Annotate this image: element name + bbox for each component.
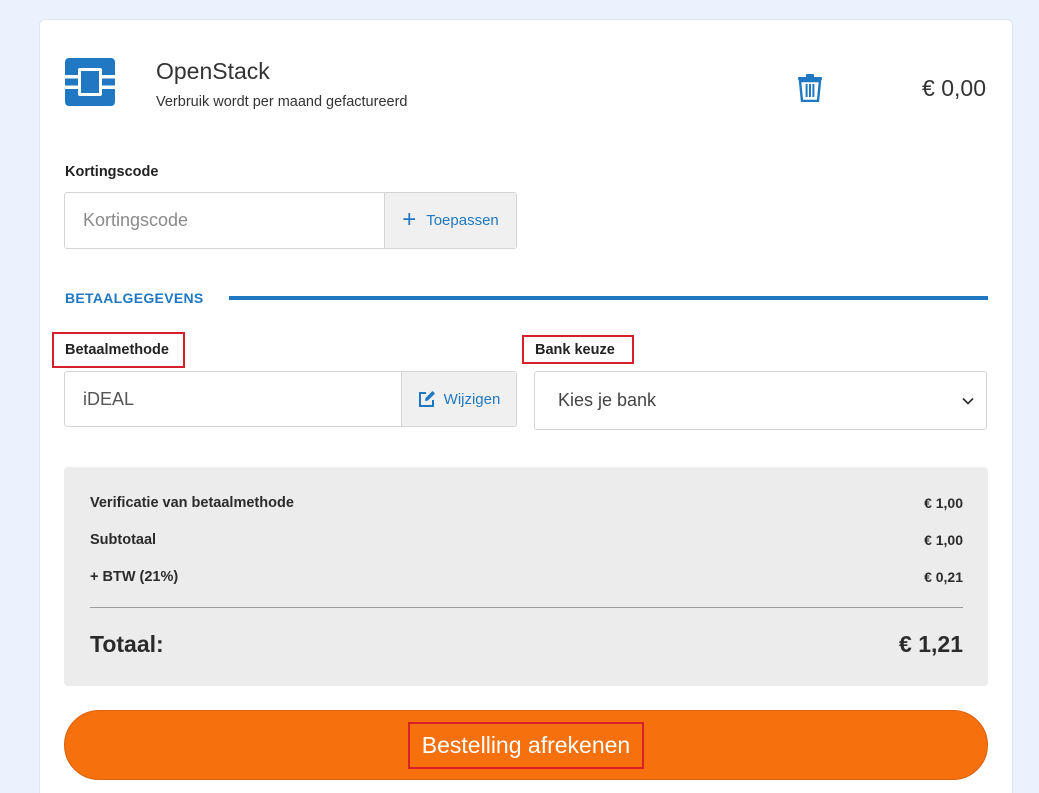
- discount-group: + Toepassen: [64, 192, 517, 249]
- plus-icon: +: [402, 205, 417, 233]
- checkout-button-label: Bestelling afrekenen: [407, 721, 645, 769]
- change-payment-method-label: Wijzigen: [443, 390, 501, 408]
- edit-icon: [418, 391, 435, 407]
- product-price: € 0,00: [922, 75, 986, 101]
- section-divider: [229, 296, 988, 300]
- total-label: Totaal:: [90, 631, 164, 657]
- apply-discount-label: Toepassen: [426, 212, 499, 229]
- payment-method-value: iDEAL: [83, 388, 135, 409]
- openstack-logo: [65, 58, 115, 106]
- summary-row-amount: € 1,00: [924, 495, 963, 511]
- summary-row-amount: € 1,00: [924, 532, 963, 548]
- checkout-button[interactable]: Bestelling afrekenen: [64, 710, 988, 780]
- summary-row-label: Verificatie van betaalmethode: [90, 495, 294, 511]
- apply-discount-button[interactable]: + Toepassen: [384, 193, 516, 248]
- summary-divider: [90, 607, 963, 608]
- discount-label: Kortingscode: [65, 164, 159, 180]
- product-name: OpenStack: [156, 58, 270, 84]
- payment-method-label: Betaalmethode: [65, 342, 169, 358]
- change-payment-method-button[interactable]: Wijzigen: [401, 372, 516, 426]
- order-card: OpenStack Verbruik wordt per maand gefac…: [39, 19, 1013, 793]
- trash-icon[interactable]: [797, 74, 823, 102]
- section-title-payment: BETAALGEGEVENS: [65, 290, 204, 306]
- total-amount: € 1,21: [899, 631, 963, 657]
- total-row: Totaal: € 1,21: [90, 631, 963, 658]
- discount-input[interactable]: [65, 193, 384, 248]
- summary-row: + BTW (21%) € 0,21: [90, 569, 963, 585]
- summary-row-label: + BTW (21%): [90, 569, 179, 585]
- product-billing-note: Verbruik wordt per maand gefactureerd: [156, 94, 408, 110]
- payment-method-group: iDEAL Wijzigen: [64, 371, 517, 427]
- bank-choice-label: Bank keuze: [535, 342, 615, 358]
- order-summary: Verificatie van betaalmethode € 1,00 Sub…: [64, 467, 988, 686]
- summary-row: Verificatie van betaalmethode € 1,00: [90, 495, 963, 511]
- summary-row-label: Subtotaal: [90, 532, 157, 548]
- bank-select[interactable]: Kies je bank: [534, 371, 987, 430]
- chevron-down-icon: [962, 397, 974, 405]
- summary-row: Subtotaal € 1,00: [90, 532, 963, 548]
- bank-select-value: Kies je bank: [558, 390, 657, 410]
- summary-row-amount: € 0,21: [924, 569, 963, 585]
